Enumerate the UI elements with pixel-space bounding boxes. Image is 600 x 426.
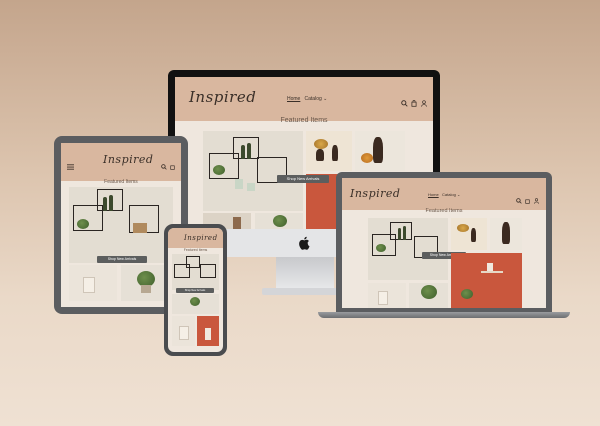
- vase-image: [332, 145, 338, 161]
- bag-icon[interactable]: [411, 94, 417, 112]
- bottle-image: [241, 145, 245, 159]
- pot-image: [133, 223, 147, 233]
- bag-icon[interactable]: [170, 157, 175, 175]
- plant-image: [376, 244, 386, 252]
- desktop-header: Inspired Home Catalog ⌄: [175, 77, 433, 121]
- search-icon[interactable]: [161, 157, 167, 175]
- laptop-nav: Home Catalog ⌄: [428, 192, 460, 197]
- plant-image: [190, 297, 200, 306]
- phone-featured-title: Featured Items: [183, 248, 208, 252]
- plant-image: [213, 165, 225, 175]
- flower-image: [361, 153, 373, 163]
- nav-catalog-link[interactable]: Catalog: [442, 192, 456, 197]
- laptop-hero-image[interactable]: [368, 218, 448, 280]
- phone-screen: Inspired Featured Items Shop New Arrival…: [168, 228, 223, 352]
- tablet-candle-image[interactable]: [69, 265, 117, 301]
- laptop-header: Inspired Home Catalog ⌄: [342, 178, 546, 210]
- phone-header: Inspired: [168, 228, 223, 248]
- laptop-base: [318, 312, 570, 318]
- bottle-image: [103, 197, 107, 211]
- monitor-stand: [276, 257, 334, 291]
- bag-icon[interactable]: [525, 191, 530, 209]
- tablet-featured-title: Featured Items: [104, 179, 138, 185]
- mockup-canvas: { "site": { "logo": "Inspired", "nav": {…: [0, 0, 600, 426]
- nav-catalog-link[interactable]: Catalog: [305, 96, 322, 102]
- menu-icon[interactable]: [67, 157, 74, 175]
- tablet-logo[interactable]: Inspired: [103, 153, 153, 166]
- desktop-plant-image[interactable]: [255, 213, 303, 229]
- wall-shelf: [481, 271, 503, 273]
- tablet-header: Inspired: [61, 143, 181, 181]
- laptop-plant-image[interactable]: [409, 283, 448, 308]
- candle-image: [83, 277, 95, 293]
- phone-device: Inspired Featured Items Shop New Arrival…: [164, 224, 227, 356]
- wood-block: [233, 217, 241, 229]
- phone-hero-image[interactable]: [172, 254, 219, 290]
- account-icon[interactable]: [534, 191, 539, 209]
- bottle-image: [109, 195, 113, 211]
- vase-image: [487, 263, 493, 271]
- pot-image: [235, 179, 243, 189]
- apple-logo-icon: [298, 236, 310, 255]
- desktop-featured-title: Featured Items: [280, 117, 328, 124]
- bottle-image: [247, 143, 251, 159]
- phone-terracotta-image[interactable]: [197, 316, 219, 346]
- laptop-device: Inspired Home Catalog ⌄ Featured Items S…: [336, 172, 552, 312]
- bottle-image: [403, 226, 406, 240]
- candle-image: [378, 291, 388, 305]
- vase-image: [205, 328, 211, 340]
- search-icon[interactable]: [516, 191, 522, 209]
- desktop-nav: Home Catalog ⌄: [287, 96, 327, 102]
- tablet-screen: Inspired Featured Items Shop New Arrival…: [61, 143, 181, 307]
- plant-image: [314, 139, 328, 149]
- laptop-logo[interactable]: Inspired: [350, 187, 400, 200]
- candle-image: [179, 326, 189, 340]
- plant-image: [77, 219, 89, 229]
- pot-image: [141, 285, 151, 293]
- laptop-terracotta-image[interactable]: [451, 253, 522, 308]
- laptop-screen: Inspired Home Catalog ⌄ Featured Items S…: [342, 178, 546, 308]
- plant-image: [273, 215, 287, 227]
- laptop-candle-image[interactable]: [368, 283, 406, 308]
- search-icon[interactable]: [401, 94, 408, 112]
- phone-candle-image[interactable]: [172, 316, 195, 346]
- laptop-sculpture-image[interactable]: [490, 218, 522, 250]
- plant-image: [421, 285, 437, 299]
- shop-new-arrivals-button[interactable]: Shop New Arrivals: [277, 175, 329, 183]
- desktop-hero-image[interactable]: [203, 131, 303, 211]
- nav-home-link[interactable]: Home: [287, 96, 300, 102]
- pot-image: [247, 183, 255, 191]
- plant-image: [461, 289, 473, 299]
- phone-plant-image[interactable]: [172, 294, 219, 314]
- chevron-down-icon: ⌄: [323, 96, 328, 102]
- shop-new-arrivals-button[interactable]: Shop New Arrivals: [97, 256, 147, 263]
- shelf-image: [200, 264, 216, 278]
- laptop-featured-title: Featured Items: [425, 208, 463, 214]
- laptop-vase-image[interactable]: [451, 218, 487, 250]
- tablet-hero-image[interactable]: [69, 187, 173, 263]
- plant-image: [457, 224, 469, 232]
- sculpture-image: [373, 137, 383, 163]
- nav-home-link[interactable]: Home: [428, 192, 439, 197]
- shelf-image: [174, 264, 190, 278]
- shop-new-arrivals-button[interactable]: Shop New Arrivals: [176, 288, 214, 293]
- desktop-vase-image[interactable]: [306, 131, 352, 171]
- sculpture-image: [502, 222, 510, 244]
- desktop-sculpture-image[interactable]: [355, 131, 405, 171]
- phone-logo[interactable]: Inspired: [184, 234, 218, 242]
- vase-image: [471, 228, 476, 242]
- chevron-down-icon: ⌄: [456, 192, 461, 197]
- account-icon[interactable]: [421, 94, 427, 112]
- vase-image: [316, 149, 324, 161]
- desktop-logo[interactable]: Inspired: [189, 88, 256, 106]
- bottle-image: [398, 228, 401, 240]
